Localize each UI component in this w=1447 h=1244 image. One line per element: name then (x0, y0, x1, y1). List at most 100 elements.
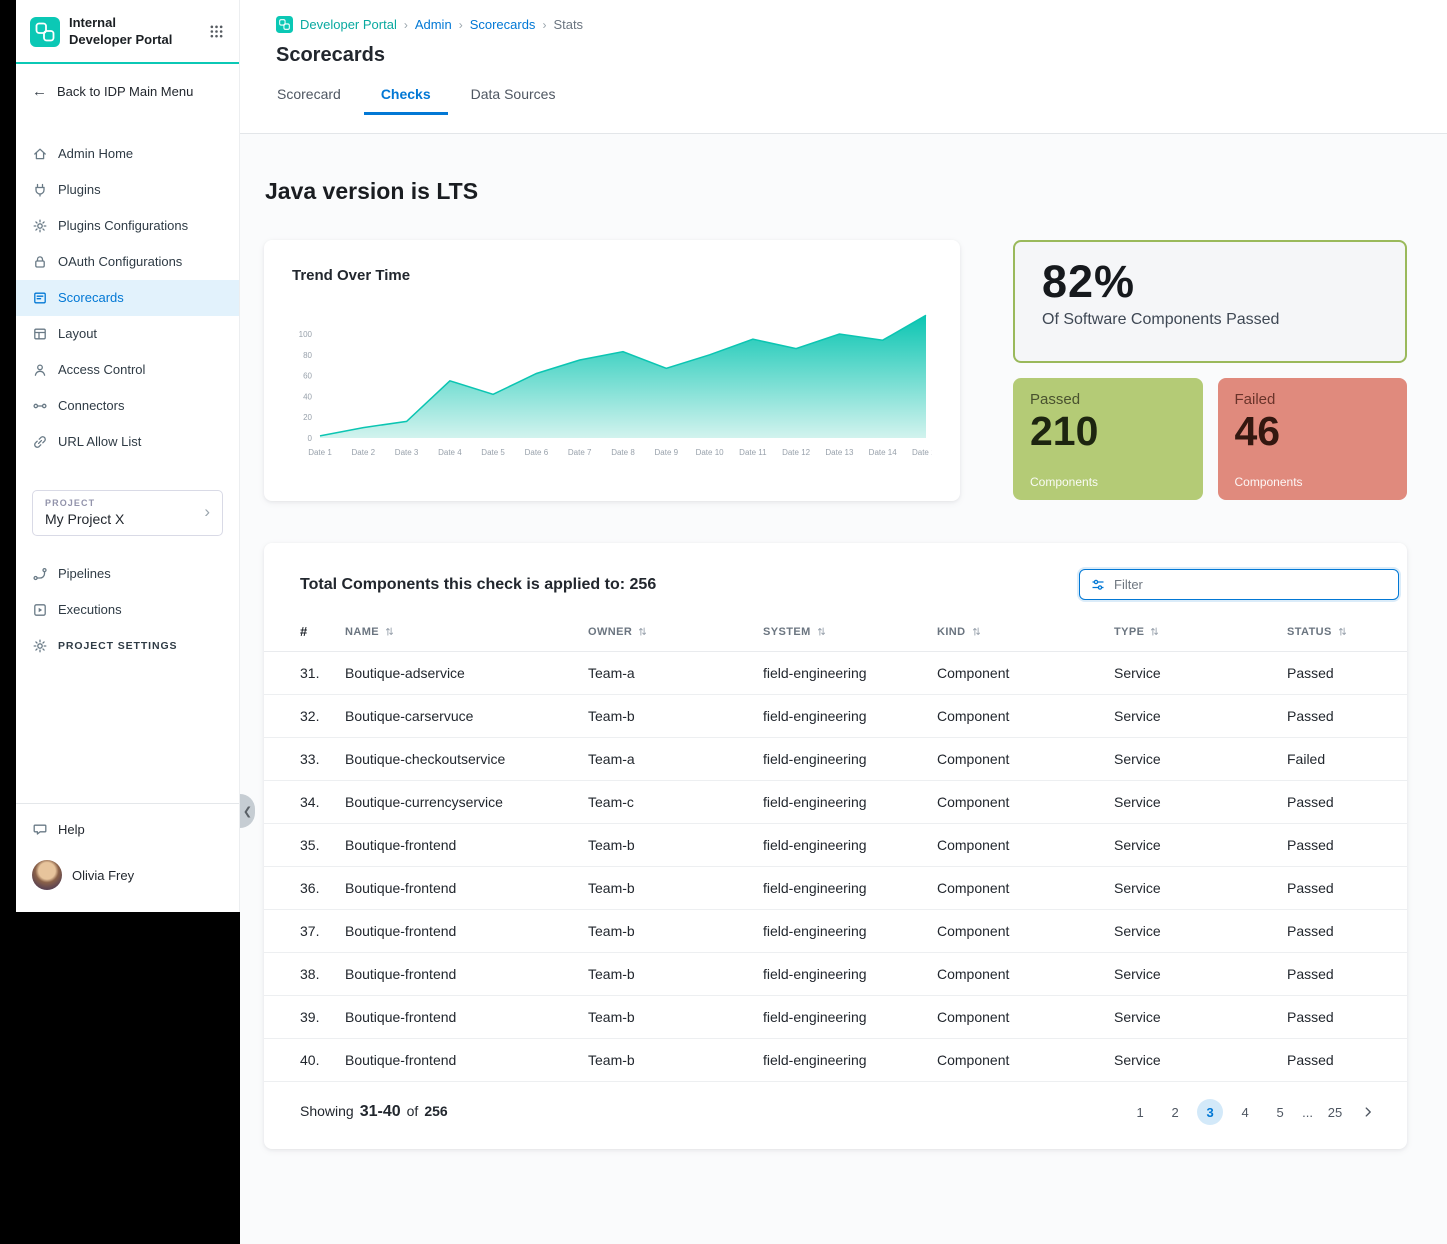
cell-status: Passed (1287, 996, 1407, 1039)
breadcrumb: Developer Portal › Admin › Scorecards › … (276, 16, 1447, 33)
table-row[interactable]: 37.Boutique-frontendTeam-bfield-engineer… (264, 910, 1407, 953)
table-row[interactable]: 34.Boutique-currencyserviceTeam-cfield-e… (264, 781, 1407, 824)
passed-label: Passed (1030, 391, 1186, 408)
content: Java version is LTS Trend Over Time 0204… (240, 134, 1447, 1244)
cell-index: 33. (264, 738, 345, 781)
column-header-kind[interactable]: KIND (937, 616, 1114, 652)
svg-text:40: 40 (303, 392, 312, 401)
pagination-page-3[interactable]: 3 (1197, 1099, 1223, 1125)
sidebar-item-pipelines[interactable]: Pipelines (16, 556, 239, 592)
cell-owner: Team-b (588, 996, 763, 1039)
user-name: Olivia Frey (72, 868, 134, 883)
summary-cards: 82% Of Software Components Passed Passed… (1013, 240, 1407, 500)
cell-name: Boutique-currencyservice (345, 781, 588, 824)
cell-owner: Team-b (588, 1039, 763, 1082)
sidebar: Internal Developer Portal ← Back to IDP … (16, 0, 240, 912)
sidebar-item-access-control[interactable]: Access Control (16, 352, 239, 388)
tab-checks[interactable]: Checks (364, 80, 448, 115)
tab-data-sources[interactable]: Data Sources (454, 80, 573, 115)
passed-failed-row: Passed 210 Components Failed 46 Componen… (1013, 378, 1407, 500)
layout-icon (32, 326, 48, 342)
svg-text:Date 12: Date 12 (782, 448, 811, 457)
sort-icon[interactable] (1338, 626, 1347, 637)
sort-icon[interactable] (385, 626, 394, 637)
breadcrumb-admin[interactable]: Admin (415, 17, 452, 32)
trend-title: Trend Over Time (292, 267, 932, 284)
breadcrumb-developer-portal[interactable]: Developer Portal (300, 17, 397, 32)
svg-text:Date 10: Date 10 (696, 448, 725, 457)
breadcrumb-scorecards[interactable]: Scorecards (470, 17, 536, 32)
executions-icon (32, 602, 48, 618)
sidebar-item-executions[interactable]: Executions (16, 592, 239, 628)
sidebar-item-label: Plugins (58, 182, 101, 197)
cell-kind: Component (937, 652, 1114, 695)
passed-card: Passed 210 Components (1013, 378, 1203, 500)
table-row[interactable]: 40.Boutique-frontendTeam-bfield-engineer… (264, 1039, 1407, 1082)
sidebar-item-help[interactable]: Help (16, 804, 239, 854)
cell-type: Service (1114, 652, 1287, 695)
sort-icon[interactable] (1150, 626, 1159, 637)
sidebar-project-nav: PipelinesExecutionsPROJECT SETTINGS (16, 556, 239, 664)
cell-system: field-engineering (763, 953, 937, 996)
column-label: # (300, 624, 308, 639)
column-header-system[interactable]: SYSTEM (763, 616, 937, 652)
table-row[interactable]: 36.Boutique-frontendTeam-bfield-engineer… (264, 867, 1407, 910)
table-row[interactable]: 32.Boutique-carservuceTeam-bfield-engine… (264, 695, 1407, 738)
pagination-page-25[interactable]: 25 (1322, 1099, 1348, 1125)
pagination: 12345...25 (1127, 1099, 1375, 1125)
column-header-status[interactable]: STATUS (1287, 616, 1407, 652)
sidebar-item-connectors[interactable]: Connectors (16, 388, 239, 424)
module-grid-icon[interactable] (208, 23, 225, 40)
cell-status: Passed (1287, 781, 1407, 824)
sort-icon[interactable] (817, 626, 826, 637)
project-selector[interactable]: PROJECT My Project X › (32, 490, 223, 536)
pagination-page-2[interactable]: 2 (1162, 1099, 1188, 1125)
showing-summary: Showing 31-40 of 256 (300, 1103, 448, 1121)
chat-icon (32, 821, 48, 837)
cell-kind: Component (937, 996, 1114, 1039)
cell-system: field-engineering (763, 1039, 937, 1082)
column-header-name[interactable]: NAME (345, 616, 588, 652)
sort-icon[interactable] (972, 626, 981, 637)
sort-icon[interactable] (638, 626, 647, 637)
filter-input[interactable] (1114, 577, 1380, 592)
table-footer: Showing 31-40 of 256 12345...25 (264, 1082, 1407, 1145)
sidebar-item-oauth-configurations[interactable]: OAuth Configurations (16, 244, 239, 280)
connector-icon (32, 398, 48, 414)
sidebar-item-label: Access Control (58, 362, 145, 377)
column-header-owner[interactable]: OWNER (588, 616, 763, 652)
table-row[interactable]: 31.Boutique-adserviceTeam-afield-enginee… (264, 652, 1407, 695)
sidebar-item-url-allow-list[interactable]: URL Allow List (16, 424, 239, 460)
cell-name: Boutique-frontend (345, 953, 588, 996)
table-row[interactable]: 39.Boutique-frontendTeam-bfield-engineer… (264, 996, 1407, 1039)
svg-text:60: 60 (303, 372, 312, 381)
sidebar-item-scorecards[interactable]: Scorecards (16, 280, 239, 316)
pagination-page-4[interactable]: 4 (1232, 1099, 1258, 1125)
sidebar-item-plugins-configurations[interactable]: Plugins Configurations (16, 208, 239, 244)
column-header-type[interactable]: TYPE (1114, 616, 1287, 652)
table-row[interactable]: 33.Boutique-checkoutserviceTeam-afield-e… (264, 738, 1407, 781)
pagination-page-1[interactable]: 1 (1127, 1099, 1153, 1125)
sidebar-item-layout[interactable]: Layout (16, 316, 239, 352)
sidebar-item-admin-home[interactable]: Admin Home (16, 136, 239, 172)
back-to-main-menu-link[interactable]: ← Back to IDP Main Menu (16, 64, 239, 114)
user-profile[interactable]: Olivia Frey (16, 854, 239, 912)
components-table-body: 31.Boutique-adserviceTeam-afield-enginee… (264, 652, 1407, 1082)
tab-scorecard[interactable]: Scorecard (260, 80, 358, 115)
table-row[interactable]: 38.Boutique-frontendTeam-bfield-engineer… (264, 953, 1407, 996)
showing-range: 31-40 (360, 1103, 401, 1121)
idp-breadcrumb-logo-icon (276, 16, 293, 33)
cell-status: Passed (1287, 824, 1407, 867)
app-title: Internal Developer Portal (69, 15, 199, 49)
pagination-next-icon[interactable] (1361, 1105, 1375, 1119)
pagination-page-5[interactable]: 5 (1267, 1099, 1293, 1125)
sidebar-item-project-settings[interactable]: PROJECT SETTINGS (16, 628, 239, 664)
avatar (32, 860, 62, 890)
table-row[interactable]: 35.Boutique-frontendTeam-bfield-engineer… (264, 824, 1407, 867)
showing-label: Showing (300, 1103, 354, 1119)
cell-owner: Team-b (588, 953, 763, 996)
sidebar-item-plugins[interactable]: Plugins (16, 172, 239, 208)
sidebar-item-label: Connectors (58, 398, 124, 413)
svg-text:80: 80 (303, 351, 312, 360)
cell-owner: Team-c (588, 781, 763, 824)
